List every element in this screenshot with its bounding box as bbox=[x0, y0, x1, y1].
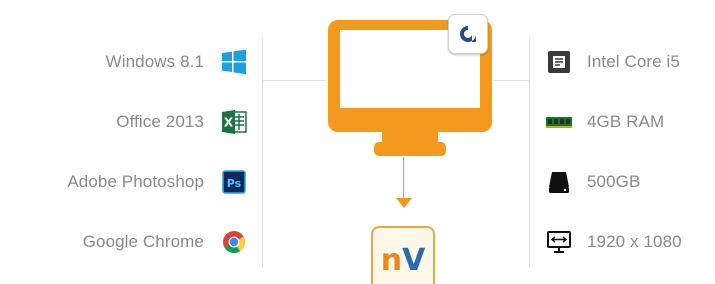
hardware-list: Intel Core i5 4GB RAM 500GB 1920 x 1080 bbox=[545, 32, 715, 272]
app-logo-icon bbox=[448, 14, 488, 54]
svg-text:Ps: Ps bbox=[227, 177, 242, 190]
hardware-item-resolution: 1920 x 1080 bbox=[545, 212, 715, 272]
hardware-item-label: 4GB RAM bbox=[587, 112, 665, 131]
hardware-item-label: 1920 x 1080 bbox=[587, 232, 682, 251]
right-connector-line bbox=[494, 80, 529, 81]
hardware-item-storage: 500GB bbox=[545, 152, 715, 212]
software-item-photoshop: Adobe Photoshop Ps bbox=[0, 152, 248, 212]
svg-text:X: X bbox=[224, 116, 234, 130]
hardware-item-ram: 4GB RAM bbox=[545, 92, 715, 152]
nv-logo-n: n bbox=[380, 242, 403, 278]
cpu-icon bbox=[545, 48, 573, 76]
nv-logo-badge: nV bbox=[371, 226, 435, 284]
photoshop-icon: Ps bbox=[220, 168, 248, 196]
software-item-label: Adobe Photoshop bbox=[67, 172, 204, 191]
chrome-icon bbox=[220, 228, 248, 256]
software-item-chrome: Google Chrome bbox=[0, 212, 248, 272]
ram-icon bbox=[545, 108, 573, 136]
left-connector-line bbox=[262, 80, 326, 81]
arrow-down-icon bbox=[396, 198, 412, 208]
software-item-label: Office 2013 bbox=[116, 112, 204, 131]
hardware-item-label: 500GB bbox=[587, 172, 641, 191]
hardware-item-cpu: Intel Core i5 bbox=[545, 32, 715, 92]
excel-icon: X bbox=[220, 108, 248, 136]
software-item-label: Google Chrome bbox=[82, 232, 204, 251]
hard-drive-icon bbox=[545, 168, 573, 196]
software-item-label: Windows 8.1 bbox=[105, 52, 204, 71]
hardware-item-label: Intel Core i5 bbox=[587, 52, 680, 71]
software-item-office: Office 2013 X bbox=[0, 92, 248, 152]
resolution-icon bbox=[545, 228, 573, 256]
software-item-windows: Windows 8.1 bbox=[0, 32, 248, 92]
windows-icon bbox=[220, 48, 248, 76]
left-divider-line bbox=[262, 38, 263, 268]
nv-logo-v: V bbox=[402, 242, 426, 278]
right-divider-line bbox=[529, 38, 530, 268]
software-list: Windows 8.1 Office 2013 X Adobe Photosho… bbox=[0, 32, 248, 272]
